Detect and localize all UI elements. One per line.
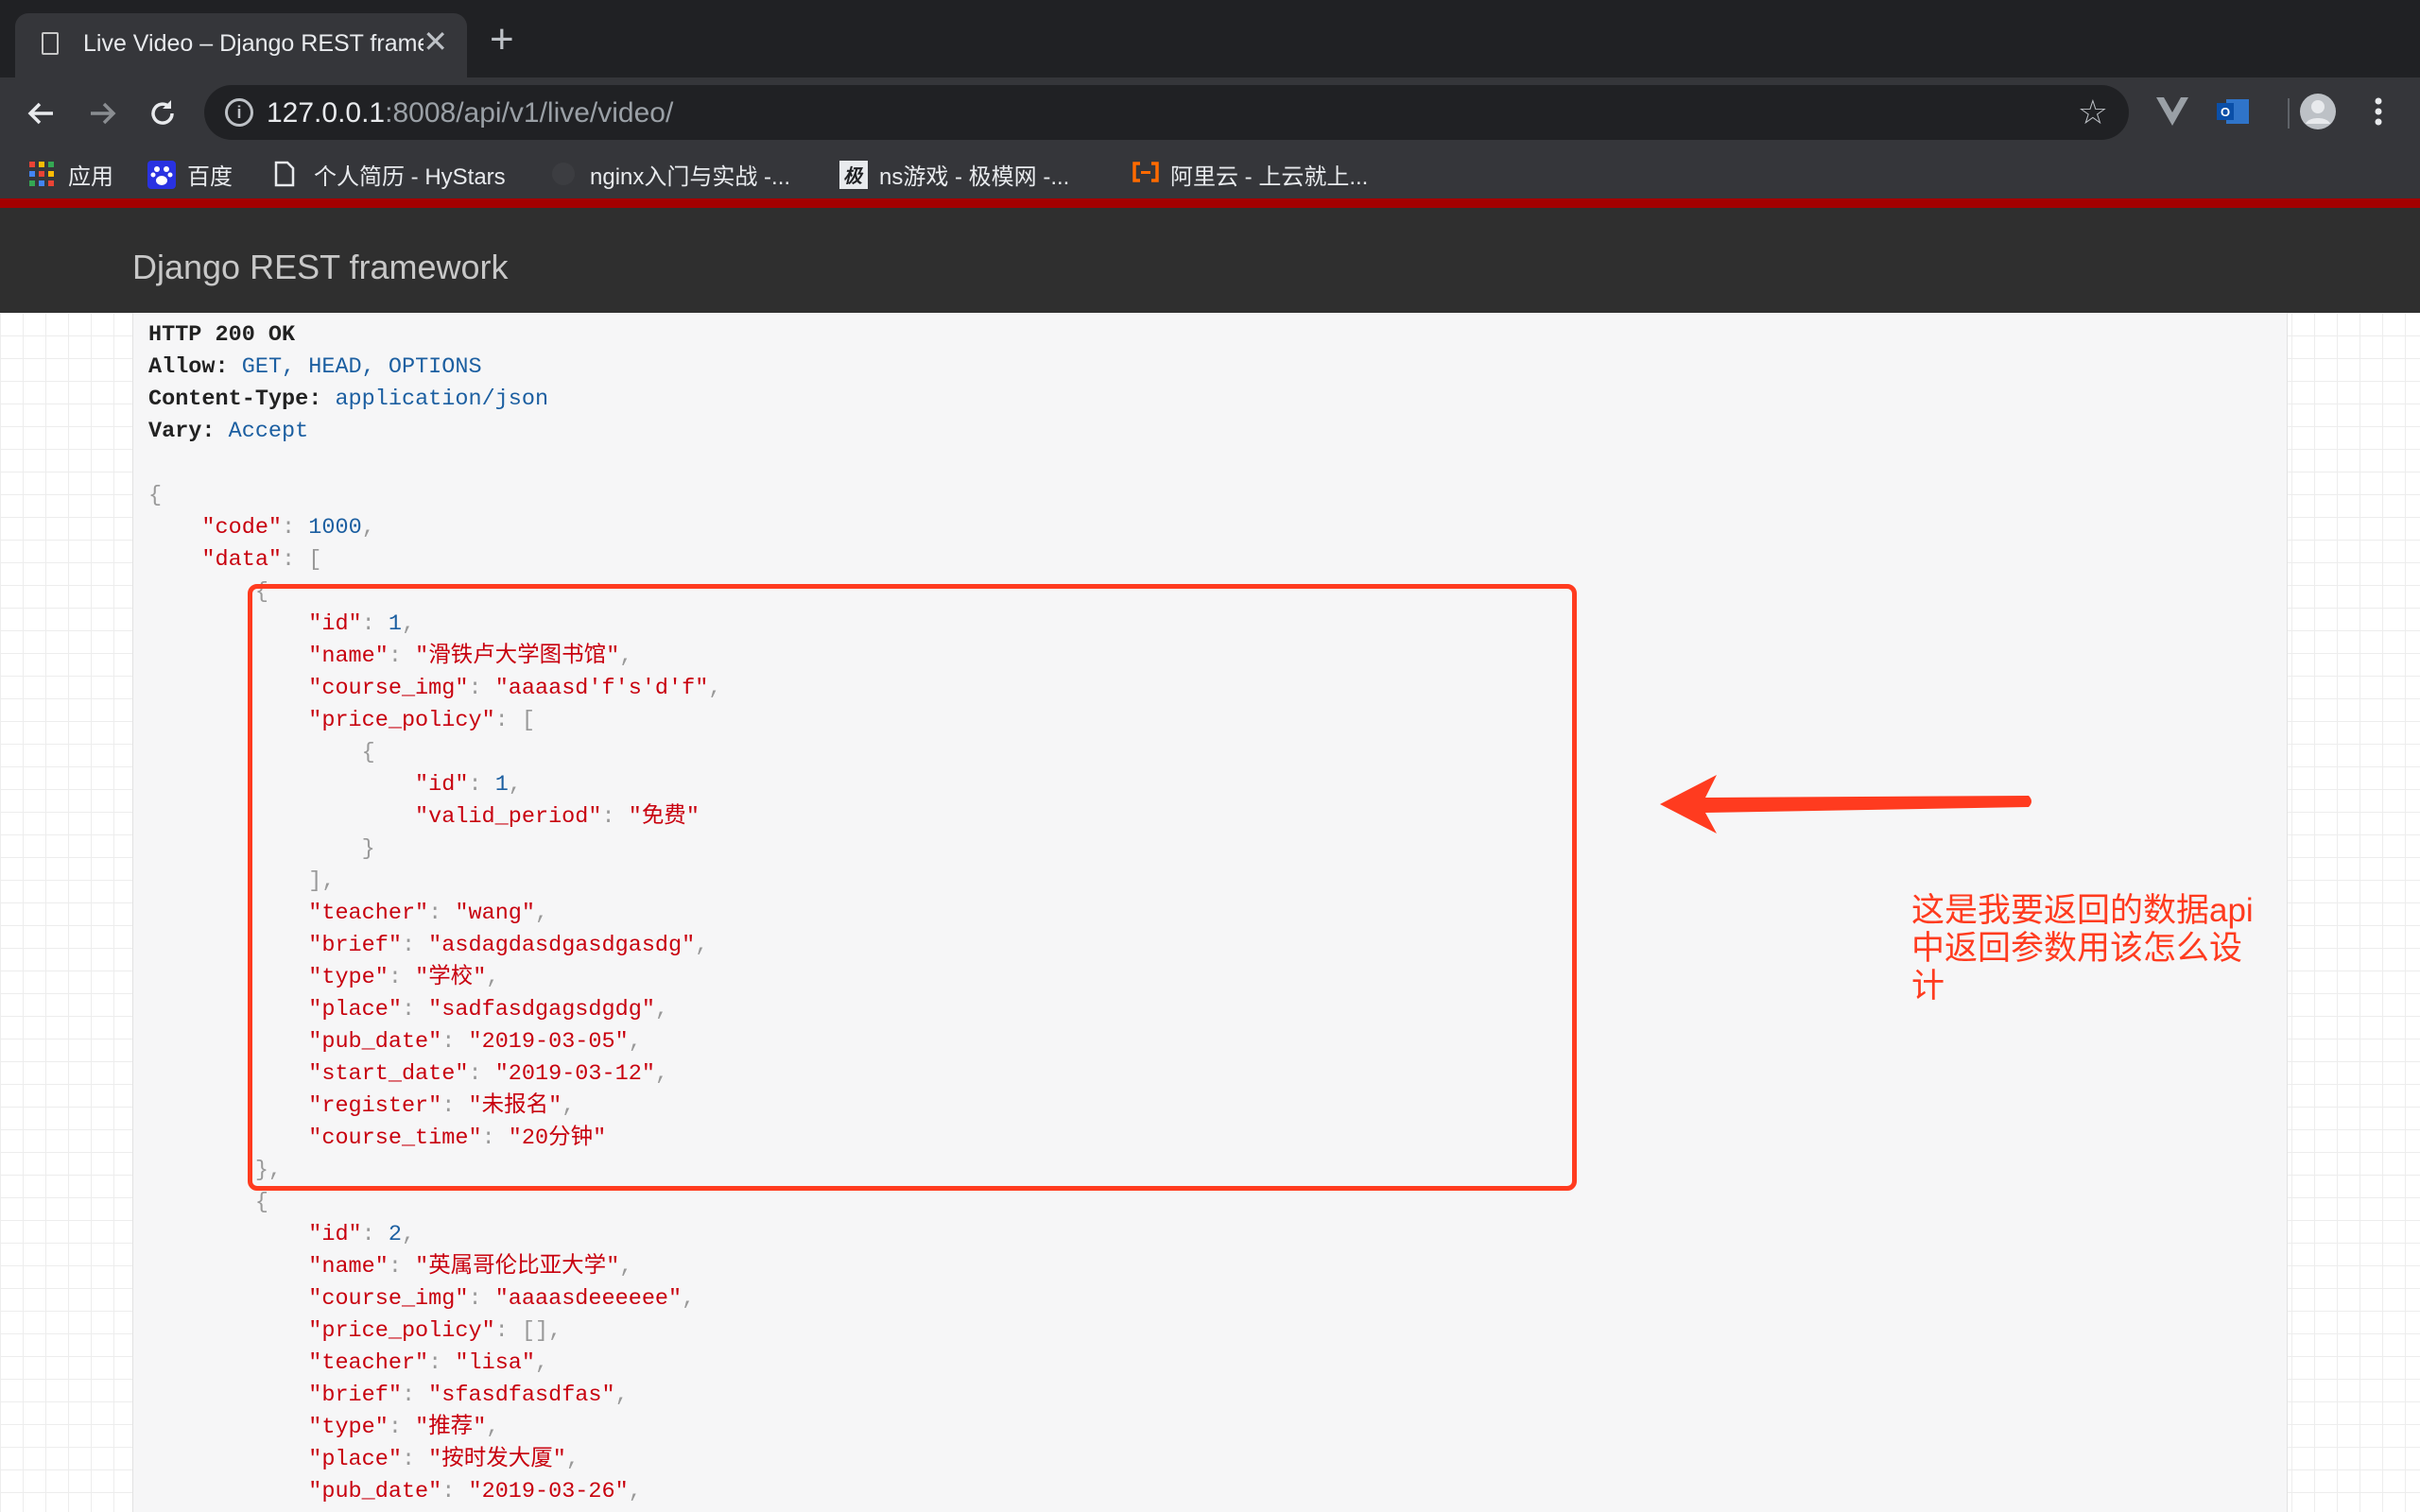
aliyun-icon (1131, 161, 1159, 187)
json-value: 按时发大厦 (441, 1447, 553, 1472)
json-value: aaaasdeeeeee (508, 1286, 669, 1312)
bookmark-label: 阿里云 - 上云就上... (1170, 163, 1369, 190)
bookmark-label: ns游戏 - 极模网 -... (879, 163, 1070, 190)
outlook-icon[interactable]: O (2210, 89, 2256, 134)
annotation-arrow-icon (1660, 775, 2031, 833)
json-value: 2019-03-26 (481, 1479, 615, 1504)
json-value: 英属哥伦比亚大学 (428, 1254, 607, 1280)
toolbar-divider (2288, 98, 2290, 129)
header-name: Content-Type: (148, 387, 322, 412)
header-value: Accept (228, 419, 309, 444)
json-value: 推荐 (428, 1415, 474, 1440)
address-bar[interactable]: i 127.0.0.1:8008/api/v1/live/video/ ☆ (204, 85, 2129, 140)
header-name: Vary: (148, 419, 216, 444)
bookmark-label: 应用 (68, 163, 113, 190)
header-value: GET, HEAD, OPTIONS (241, 354, 482, 380)
bookmark-item[interactable]: 百度 (147, 157, 233, 191)
arrow-right-icon (91, 102, 116, 125)
bookmark-star-icon[interactable]: ☆ (2078, 93, 2108, 132)
json-code: 1000 (308, 515, 362, 541)
github-icon (550, 161, 577, 187)
browser-toolbar: i 127.0.0.1:8008/api/v1/live/video/ ☆ O (0, 77, 2420, 149)
tab-title: Live Video – Django REST framework (83, 30, 424, 57)
svg-text:O: O (2221, 105, 2230, 119)
drf-brand-link[interactable]: Django REST framework (132, 248, 508, 287)
url-text[interactable]: 127.0.0.1:8008/api/v1/live/video/ (267, 97, 673, 129)
more-menu-icon[interactable] (2356, 89, 2401, 134)
forward-button[interactable] (76, 87, 129, 140)
bookmark-label: 个人简历 - HyStars (314, 163, 506, 190)
baidu-paw-icon (147, 161, 176, 189)
bookmark-item[interactable]: 应用 (28, 157, 113, 191)
bookmark-item[interactable]: 个人简历 - HyStars (274, 157, 506, 191)
browser-tab[interactable]: Live Video – Django REST framework ✕ (15, 13, 467, 77)
highlight-box (248, 584, 1577, 1191)
json-value: lisa (468, 1350, 522, 1376)
annotation-text: 这是我要返回的数据api中返回参数用该怎么设计 (1911, 892, 2254, 1005)
close-tab-icon[interactable]: ✕ (423, 26, 448, 57)
status-line: HTTP 200 OK (148, 322, 296, 348)
vue-devtools-icon[interactable] (2150, 89, 2195, 134)
document-icon (274, 161, 301, 187)
json-value: 2 (388, 1222, 402, 1247)
document-icon (42, 32, 59, 55)
info-icon[interactable]: i (225, 98, 253, 127)
drf-navbar: Django REST framework (0, 198, 2420, 313)
arrow-left-icon (27, 102, 53, 125)
site-logo-icon: 极 (839, 161, 868, 189)
svg-text:极: 极 (843, 165, 864, 187)
bookmarks-bar: 应用 百度 个人简历 - HyStars nginx入门与实战 -... 极 n… (0, 149, 2420, 198)
bookmark-item[interactable]: 极 ns游戏 - 极模网 -... (839, 157, 1069, 191)
json-value: sfasdfasdfas (441, 1383, 602, 1408)
new-tab-button[interactable]: + (490, 19, 514, 60)
bookmark-item[interactable]: 阿里云 - 上云就上... (1131, 157, 1368, 191)
apps-grid-icon (28, 161, 55, 187)
bookmark-label: nginx入门与实战 -... (590, 163, 791, 190)
bookmark-item[interactable]: nginx入门与实战 -... (550, 157, 790, 191)
header-value: application/json (335, 387, 549, 412)
bookmark-label: 百度 (187, 163, 233, 190)
reload-icon (151, 100, 174, 125)
back-button[interactable] (15, 87, 68, 140)
header-name: Allow: (148, 354, 229, 380)
profile-avatar-icon[interactable] (2295, 89, 2341, 134)
reload-button[interactable] (136, 87, 189, 140)
tab-strip: Live Video – Django REST framework ✕ + (0, 0, 2420, 77)
